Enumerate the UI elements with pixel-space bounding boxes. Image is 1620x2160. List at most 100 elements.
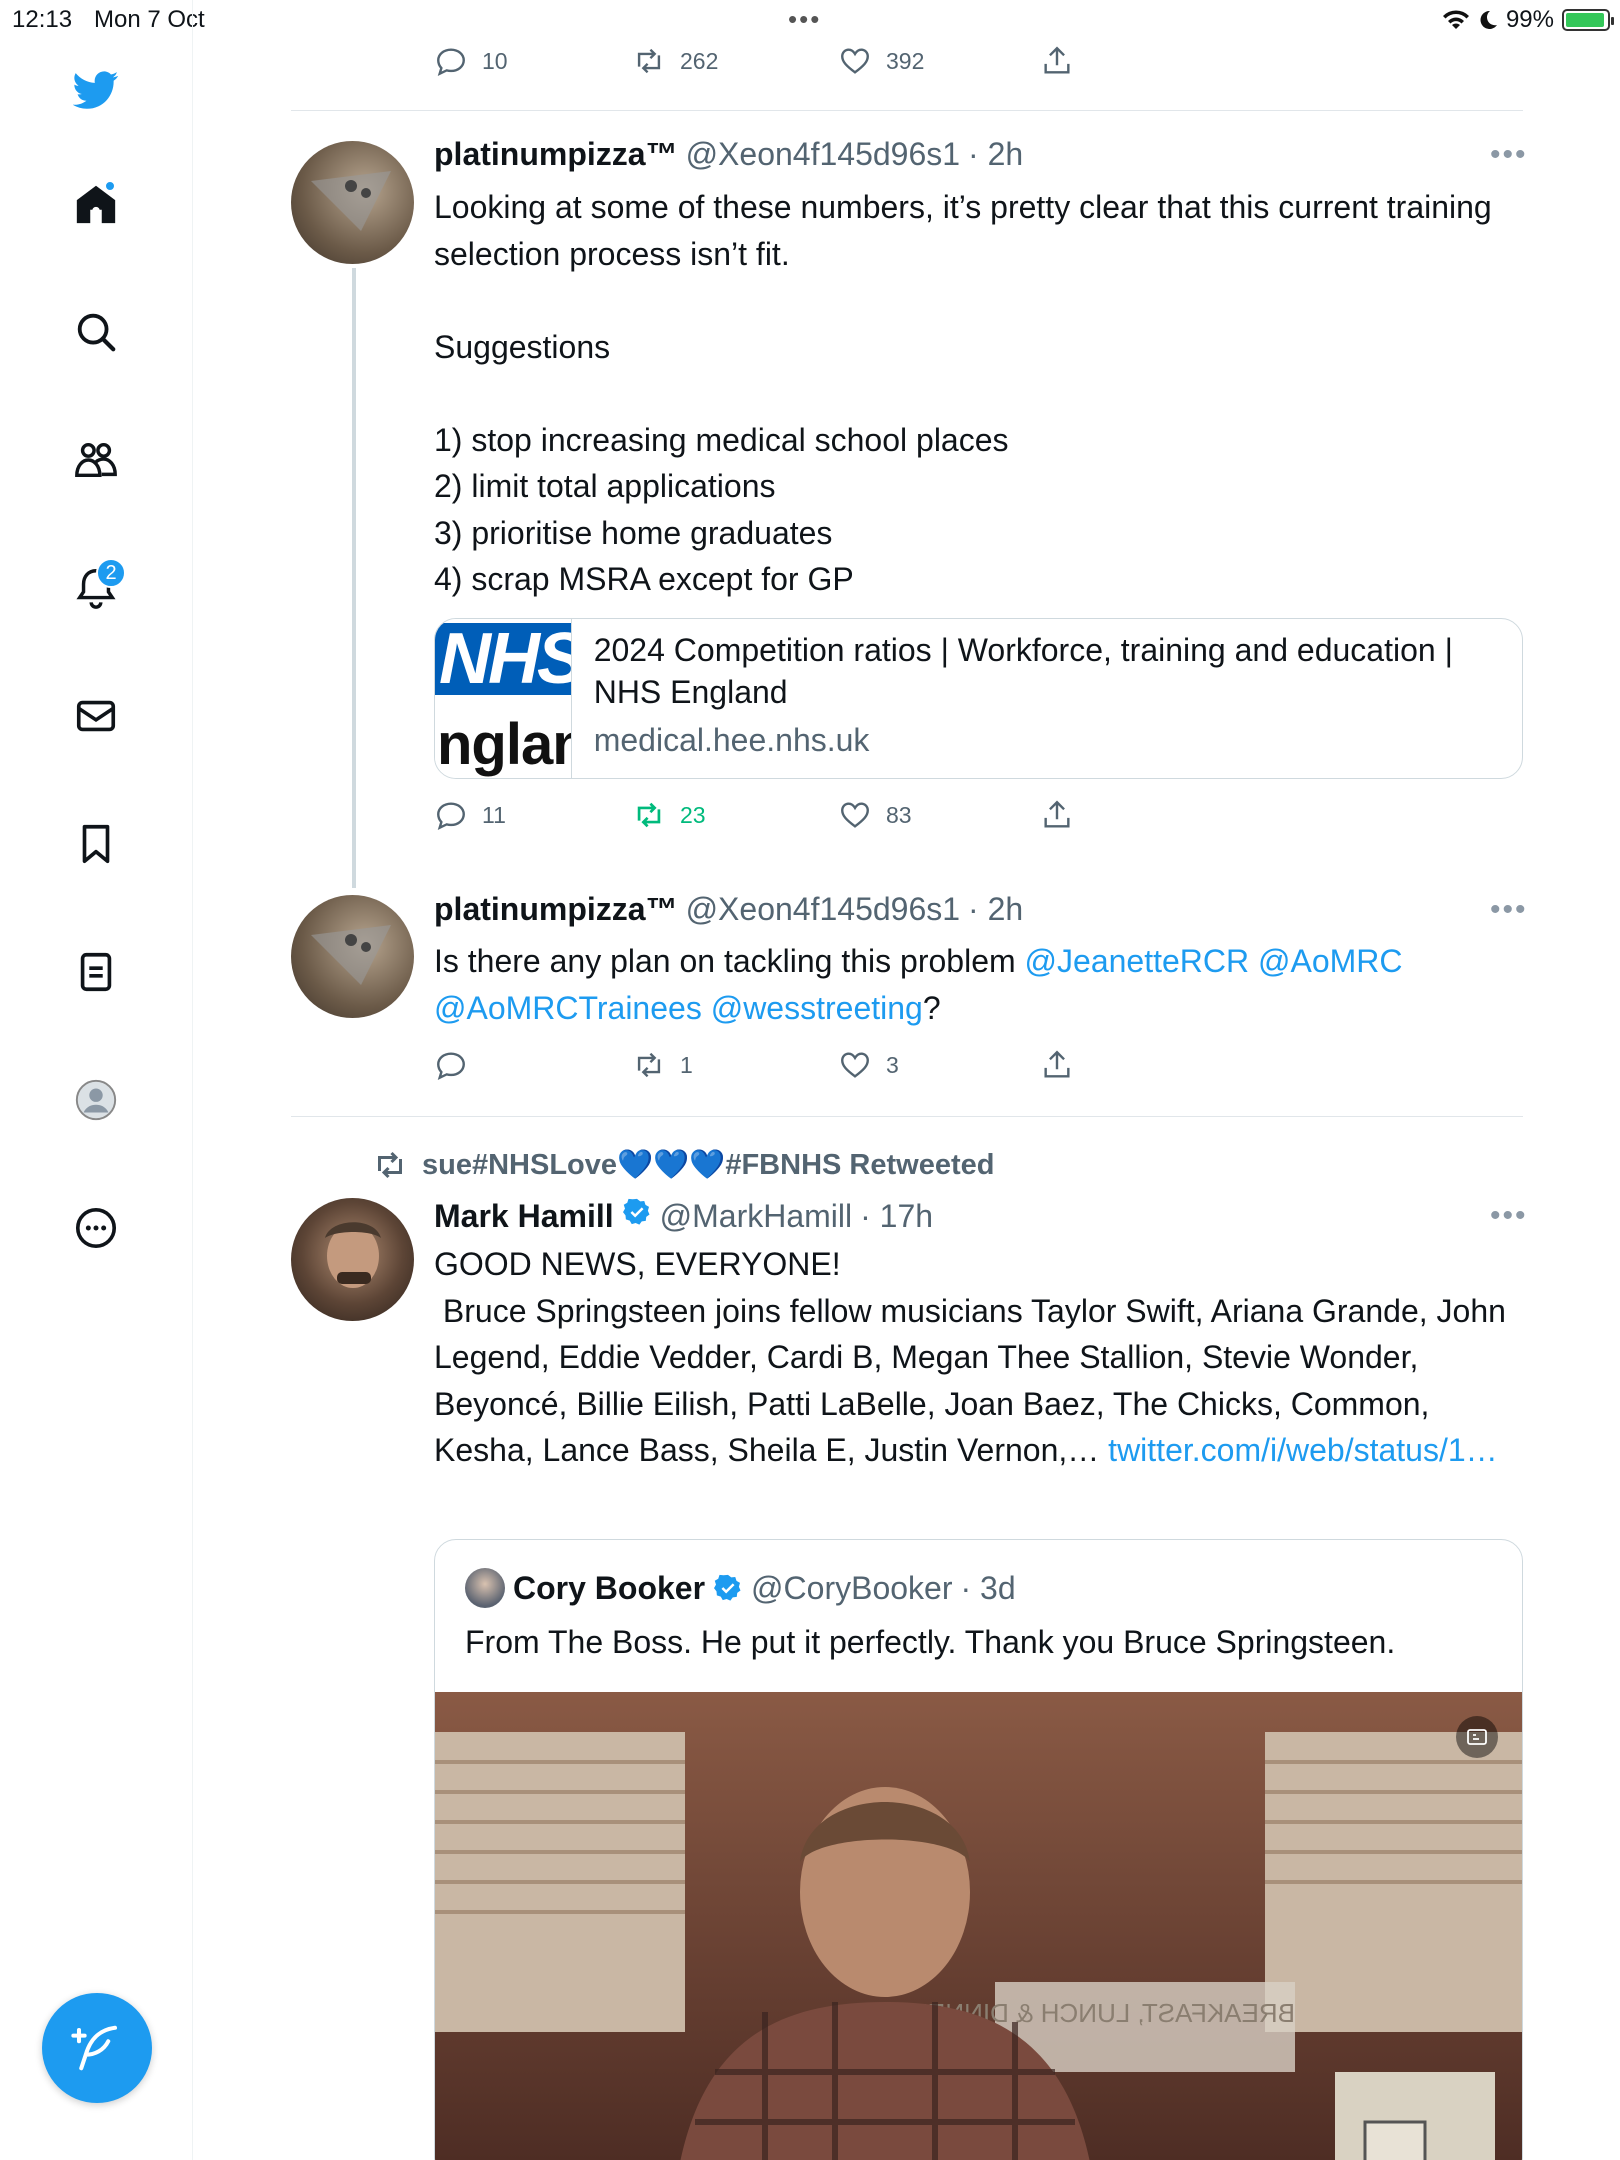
heart-icon bbox=[841, 802, 869, 828]
mention-link[interactable]: @AoMRC bbox=[1258, 943, 1403, 979]
retweet-button[interactable]: 262 bbox=[632, 44, 718, 78]
communities-icon[interactable] bbox=[64, 428, 128, 492]
avatar[interactable] bbox=[291, 1198, 414, 1321]
link-card[interactable]: NHS nglan 2024 Competition ratios | Work… bbox=[434, 618, 1523, 779]
moon-icon bbox=[1480, 10, 1497, 29]
tweet-divider bbox=[291, 1116, 1523, 1117]
share-icon bbox=[1044, 1050, 1070, 1078]
retweet-icon bbox=[378, 1151, 402, 1179]
retweeted-by-text: sue#NHSLove💙💙💙#FBNHS Retweeted bbox=[422, 1149, 995, 1181]
profile-avatar-icon[interactable] bbox=[64, 1068, 128, 1132]
thread-line bbox=[352, 268, 356, 888]
mention-link[interactable]: @wesstreeting bbox=[711, 990, 923, 1026]
tweet-text-start: Is there any plan on tackling this probl… bbox=[434, 943, 1025, 979]
like-button[interactable]: 392 bbox=[838, 44, 924, 78]
reply-button[interactable] bbox=[434, 1048, 482, 1082]
retweet-count: 262 bbox=[680, 47, 719, 74]
tweet-time[interactable]: · 2h bbox=[968, 891, 1023, 928]
card-body: 2024 Competition ratios | Workforce, tra… bbox=[572, 619, 1522, 778]
like-count: 83 bbox=[886, 801, 912, 828]
search-icon[interactable] bbox=[64, 300, 128, 364]
author-handle[interactable]: @Xeon4f145d96s1 bbox=[686, 136, 960, 173]
lists-icon[interactable] bbox=[64, 940, 128, 1004]
author-handle[interactable]: @Xeon4f145d96s1 bbox=[686, 891, 960, 928]
card-title: 2024 Competition ratios | Workforce, tra… bbox=[593, 632, 1453, 710]
battery-percent: 99% bbox=[1505, 6, 1554, 33]
mention-link[interactable]: @JeanetteRCR bbox=[1025, 943, 1250, 979]
share-button[interactable] bbox=[1040, 1048, 1074, 1082]
like-button[interactable]: 3 bbox=[838, 1048, 899, 1082]
quote-time[interactable]: · 3d bbox=[960, 1570, 1015, 1607]
verified-badge-icon bbox=[622, 1198, 650, 1225]
card-domain: medical.hee.nhs.uk bbox=[593, 722, 870, 758]
wifi-icon bbox=[1442, 10, 1469, 29]
quote-tweet[interactable]: Cory Booker @CoryBooker · 3d From The Bo… bbox=[434, 1539, 1523, 2160]
notifications-badge: 2 bbox=[96, 558, 126, 588]
tweet-header: platinumpizza™ @Xeon4f145d96s1 · 2h bbox=[434, 891, 1023, 928]
notifications-bell-icon[interactable]: 2 bbox=[64, 556, 128, 620]
like-button[interactable]: 83 bbox=[838, 798, 912, 832]
retweet-count: 23 bbox=[680, 801, 706, 828]
verified-badge-icon bbox=[714, 1574, 741, 1601]
retweet-icon bbox=[637, 1052, 661, 1078]
tweet-more-icon[interactable]: ••• bbox=[1490, 138, 1528, 172]
multitask-dots-icon[interactable]: ••• bbox=[788, 4, 821, 35]
quote-text: From The Boss. He put it perfectly. Than… bbox=[465, 1624, 1396, 1660]
twitter-logo-icon[interactable] bbox=[64, 58, 128, 122]
retweet-button[interactable]: 1 bbox=[632, 1048, 693, 1082]
reply-count: 11 bbox=[482, 801, 506, 828]
reply-count: 10 bbox=[482, 47, 508, 74]
reply-button[interactable]: 11 bbox=[434, 798, 506, 832]
reply-icon bbox=[437, 1052, 465, 1081]
tweet-header: platinumpizza™ @Xeon4f145d96s1 · 2h bbox=[434, 136, 1023, 173]
quote-author-handle[interactable]: @CoryBooker bbox=[751, 1570, 952, 1607]
heart-icon bbox=[841, 1052, 869, 1078]
quote-header: Cory Booker @CoryBooker · 3d bbox=[465, 1568, 1016, 1608]
tweet-more-icon[interactable]: ••• bbox=[1490, 893, 1528, 927]
tweet-text: GOOD NEWS, EVERYONE! Bruce Springsteen j… bbox=[434, 1241, 1514, 1474]
author-name[interactable]: Mark Hamill bbox=[434, 1198, 614, 1235]
messages-envelope-icon[interactable] bbox=[64, 684, 128, 748]
tweet-link[interactable]: twitter.com/i/web/status/1… bbox=[1108, 1432, 1497, 1468]
retweet-button[interactable]: 23 bbox=[632, 798, 706, 832]
more-options-circle-icon[interactable] bbox=[64, 1196, 128, 1260]
tweet-divider bbox=[291, 110, 1523, 111]
retweet-icon bbox=[637, 802, 661, 828]
avatar[interactable] bbox=[291, 895, 414, 1018]
nhs-logo: NHS bbox=[435, 623, 571, 695]
retweet-icon bbox=[637, 48, 661, 74]
video-media[interactable]: BREAKFAST, LUNCH & DINNER bbox=[435, 1692, 1522, 2160]
sidebar: 2 bbox=[0, 0, 193, 2160]
captions-icon[interactable] bbox=[1456, 1716, 1498, 1758]
home-unread-dot bbox=[104, 180, 116, 192]
battery-icon bbox=[1562, 9, 1614, 31]
author-handle[interactable]: @MarkHamill bbox=[660, 1198, 852, 1235]
quote-author-name[interactable]: Cory Booker bbox=[513, 1570, 705, 1607]
share-button[interactable] bbox=[1040, 44, 1074, 78]
avatar[interactable] bbox=[291, 141, 414, 264]
status-right: 99% bbox=[1442, 6, 1614, 34]
share-button[interactable] bbox=[1040, 798, 1074, 832]
compose-feather-icon bbox=[71, 2025, 118, 2071]
mention-link[interactable]: @AoMRCTrainees bbox=[434, 990, 702, 1026]
tweet-time[interactable]: · 2h bbox=[968, 136, 1023, 173]
compose-tweet-button[interactable] bbox=[42, 1993, 152, 2103]
like-count: 3 bbox=[886, 1051, 899, 1078]
author-name[interactable]: platinumpizza™ bbox=[434, 891, 678, 928]
like-count: 392 bbox=[886, 47, 925, 74]
tweet-time[interactable]: · 17h bbox=[860, 1198, 933, 1235]
retweeted-by-label[interactable]: sue#NHSLove💙💙💙#FBNHS Retweeted bbox=[372, 1147, 994, 1183]
reply-button[interactable]: 10 bbox=[434, 44, 508, 78]
card-thumbnail: NHS nglan bbox=[435, 619, 572, 778]
bookmark-icon[interactable] bbox=[64, 812, 128, 876]
quote-avatar[interactable] bbox=[465, 1568, 505, 1608]
video-frame-image: BREAKFAST, LUNCH & DINNER bbox=[435, 1692, 1522, 2160]
author-name[interactable]: platinumpizza™ bbox=[434, 136, 678, 173]
share-icon bbox=[1044, 46, 1070, 74]
home-icon[interactable] bbox=[64, 172, 128, 236]
tweet-text: Is there any plan on tackling this probl… bbox=[434, 938, 1514, 1031]
tweet-text-end: ? bbox=[922, 989, 941, 1026]
tweet-more-icon[interactable]: ••• bbox=[1490, 1199, 1528, 1233]
tweet-header: Mark Hamill @MarkHamill · 17h bbox=[434, 1197, 933, 1235]
status-bar: 12:13 Mon 7 Oct ••• 99% bbox=[0, 0, 1620, 40]
